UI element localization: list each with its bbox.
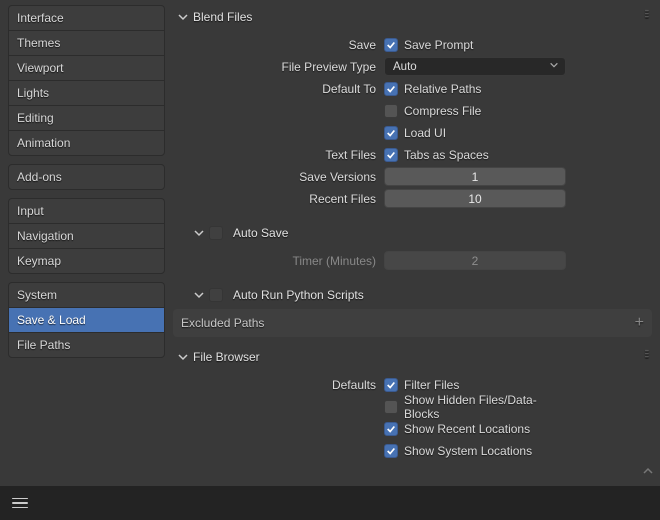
nav-system[interactable]: System [8, 282, 165, 307]
drag-grip-icon[interactable]: ••••••••• [645, 351, 648, 360]
label-save-versions: Save Versions [179, 170, 384, 184]
checkbox-label: Compress File [404, 104, 481, 118]
checkbox-filter-files[interactable] [384, 378, 398, 392]
field-timer-minutes[interactable]: 2 [384, 251, 566, 270]
checkbox-label: Show Hidden Files/Data-Blocks [404, 393, 566, 421]
select-file-preview-type[interactable]: Auto [384, 57, 566, 76]
checkbox-save-prompt[interactable] [384, 38, 398, 52]
preferences-main: Blend Files ••••••••• Save Save Prompt F… [165, 0, 660, 520]
label-recent-files: Recent Files [179, 192, 384, 206]
hamburger-icon[interactable] [12, 498, 28, 509]
nav-addons[interactable]: Add-ons [8, 164, 165, 190]
select-value: Auto [393, 61, 417, 73]
checkbox-load-ui[interactable] [384, 126, 398, 140]
excluded-paths-label: Excluded Paths [181, 316, 264, 330]
checkbox-label: Tabs as Spaces [404, 148, 489, 162]
checkbox-autosave-enable[interactable] [209, 226, 223, 240]
chevron-down-icon [549, 60, 559, 73]
chevron-down-icon [175, 9, 191, 25]
nav-save-and-load[interactable]: Save & Load [8, 307, 165, 332]
nav-navigation[interactable]: Navigation [8, 223, 165, 248]
subpanel-title: Auto Run Python Scripts [233, 288, 364, 302]
chevron-down-icon [191, 287, 207, 303]
subpanel-header-autosave[interactable]: Auto Save [173, 221, 652, 246]
chevron-down-icon [175, 349, 191, 365]
panel-header-file-browser[interactable]: File Browser ••••••••• [173, 345, 652, 370]
preferences-sidebar: Interface Themes Viewport Lights Editing… [0, 0, 165, 520]
panel-file-browser: File Browser ••••••••• Defaults Filter F… [173, 345, 652, 473]
checkbox-tabs-as-spaces[interactable] [384, 148, 398, 162]
drag-grip-icon[interactable]: ••••••••• [645, 11, 648, 20]
checkbox-label: Filter Files [404, 378, 459, 392]
label-defaults: Defaults [179, 378, 384, 392]
field-save-versions[interactable]: 1 [384, 167, 566, 186]
label-file-preview-type: File Preview Type [179, 60, 384, 74]
nav-editing[interactable]: Editing [8, 105, 165, 130]
panel-title: Blend Files [193, 10, 252, 24]
nav-interface[interactable]: Interface [8, 5, 165, 30]
checkbox-label: Save Prompt [404, 38, 473, 52]
chevron-down-icon [191, 225, 207, 241]
checkbox-label: Load UI [404, 126, 446, 140]
checkbox-autorun-enable[interactable] [209, 288, 223, 302]
nav-lights[interactable]: Lights [8, 80, 165, 105]
field-recent-files[interactable]: 10 [384, 189, 566, 208]
label-save: Save [179, 38, 384, 52]
label-text-files: Text Files [179, 148, 384, 162]
nav-viewport[interactable]: Viewport [8, 55, 165, 80]
chevron-up-icon[interactable] [642, 465, 654, 480]
label-timer-minutes: Timer (Minutes) [179, 254, 384, 268]
excluded-paths-row: Excluded Paths + [173, 309, 652, 337]
label-default-to: Default To [179, 82, 384, 96]
subpanel-header-autorun[interactable]: Auto Run Python Scripts [173, 283, 652, 308]
checkbox-show-system[interactable] [384, 444, 398, 458]
nav-input[interactable]: Input [8, 198, 165, 223]
checkbox-label: Relative Paths [404, 82, 481, 96]
panel-title: File Browser [193, 350, 260, 364]
panel-header-blend-files[interactable]: Blend Files ••••••••• [173, 5, 652, 30]
nav-file-paths[interactable]: File Paths [8, 332, 165, 358]
checkbox-show-hidden[interactable] [384, 400, 398, 414]
checkbox-compress-file[interactable] [384, 104, 398, 118]
checkbox-label: Show System Locations [404, 444, 532, 458]
panel-blend-files: Blend Files ••••••••• Save Save Prompt F… [173, 5, 652, 337]
checkbox-relative-paths[interactable] [384, 82, 398, 96]
nav-themes[interactable]: Themes [8, 30, 165, 55]
subpanel-title: Auto Save [233, 226, 288, 240]
checkbox-label: Show Recent Locations [404, 422, 530, 436]
footer-bar [0, 486, 660, 520]
nav-animation[interactable]: Animation [8, 130, 165, 156]
plus-icon[interactable]: + [635, 314, 644, 332]
checkbox-show-recent[interactable] [384, 422, 398, 436]
nav-keymap[interactable]: Keymap [8, 248, 165, 274]
